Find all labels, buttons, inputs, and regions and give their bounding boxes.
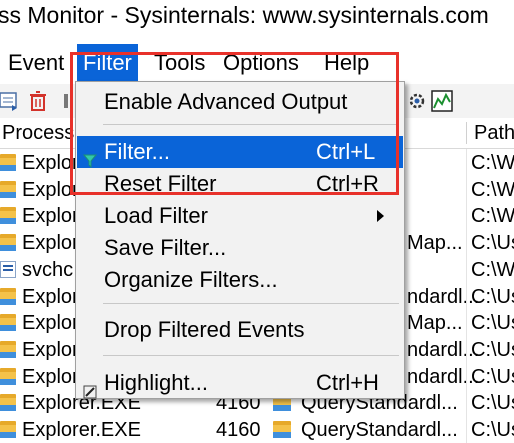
path-cell: C:\Us xyxy=(471,285,514,308)
menu-item-enable-advanced-output[interactable]: Enable Advanced Output xyxy=(77,86,403,118)
process-name: svchc xyxy=(22,258,74,281)
process-name: Explor xyxy=(22,205,79,228)
path-cell: C:\Us xyxy=(471,338,514,361)
path-cell: C:\W xyxy=(471,258,514,281)
menu-tools[interactable]: Tools xyxy=(148,44,211,82)
menu-item-load-filter[interactable]: Load Filter xyxy=(77,200,403,232)
explorer-icon xyxy=(0,180,16,198)
menu-item-organize-filters[interactable]: Organize Filters... xyxy=(77,264,403,296)
column-divider xyxy=(466,229,467,257)
process-name: Explor xyxy=(22,338,79,361)
explorer-icon xyxy=(0,421,16,438)
process-name: Explor xyxy=(22,312,79,335)
menu-bar: Event Filter Tools Options Help xyxy=(0,44,514,82)
explorer-icon xyxy=(0,154,16,171)
column-header-path[interactable]: Path xyxy=(472,118,514,148)
menu-options[interactable]: Options xyxy=(217,44,305,82)
process-name: Explor xyxy=(22,232,79,255)
process-name: Explor xyxy=(22,178,79,201)
path-cell: C:\W xyxy=(471,205,514,228)
menu-item-highlight[interactable]: Highlight... Ctrl+H xyxy=(77,367,403,399)
menu-item-reset-filter[interactable]: Reset Filter Ctrl+R xyxy=(77,168,403,200)
operation-cell: ndardl... xyxy=(407,338,480,361)
path-cell: C:\W xyxy=(471,178,514,201)
delete-icon[interactable] xyxy=(27,90,49,112)
path-cell: C:\Us xyxy=(471,365,514,388)
path-cell: C:\Us xyxy=(471,232,514,255)
process-name: Explor xyxy=(22,365,79,388)
menu-item-filter[interactable]: Filter... Ctrl+L xyxy=(77,136,403,169)
table-row[interactable]: Explorer.EXE 4160 QueryStandardl... C:\U… xyxy=(0,416,514,443)
column-header-process[interactable]: Process xyxy=(0,118,74,148)
path-cell: C:\Us xyxy=(471,419,514,441)
column-divider xyxy=(466,175,467,203)
operation-cell: Map... xyxy=(407,232,463,255)
title-bar: ss Monitor - Sysinternals: www.sysintern… xyxy=(0,0,514,32)
menu-help[interactable]: Help xyxy=(318,44,375,82)
file-system-icon xyxy=(273,421,291,438)
column-divider xyxy=(466,416,467,443)
operation-cell: ndardl... xyxy=(407,285,480,308)
path-cell: C:\Us xyxy=(471,312,514,335)
menu-filter[interactable]: Filter xyxy=(77,44,138,82)
menu-item-drop-filtered-events[interactable]: Drop Filtered Events xyxy=(77,314,403,346)
window-title: ss Monitor - Sysinternals: www.sysintern… xyxy=(0,2,489,28)
process-name: Explor xyxy=(22,285,79,308)
menu-separator xyxy=(103,355,399,356)
column-divider xyxy=(466,255,467,283)
submenu-arrow-icon xyxy=(377,210,384,222)
operation-cell: QueryStandardl... xyxy=(301,419,458,441)
menu-separator xyxy=(103,124,399,125)
menu-separator xyxy=(103,303,399,304)
menu-event[interactable]: Event xyxy=(2,44,70,82)
explorer-icon xyxy=(0,234,16,252)
column-divider xyxy=(466,149,467,176)
column-divider xyxy=(466,202,467,230)
explorer-icon xyxy=(0,314,16,332)
process-activity-icon[interactable] xyxy=(406,90,428,112)
operation-cell: ndardl... xyxy=(407,365,480,388)
menu-item-save-filter[interactable]: Save Filter... xyxy=(77,232,403,264)
column-divider xyxy=(466,282,467,310)
highlight-pen-icon xyxy=(83,376,97,408)
explorer-icon xyxy=(0,207,16,225)
process-name: Explor xyxy=(22,152,79,174)
service-host-icon xyxy=(0,260,16,278)
column-divider[interactable] xyxy=(466,122,467,144)
operation-cell: Map... xyxy=(407,312,463,335)
path-cell: C:\W xyxy=(471,152,514,174)
explorer-icon xyxy=(0,367,16,385)
column-divider xyxy=(466,309,467,337)
profiling-icon[interactable] xyxy=(431,90,453,112)
column-divider xyxy=(466,335,467,363)
column-divider xyxy=(466,389,467,417)
process-name: Explorer.EXE xyxy=(22,419,141,441)
path-cell: C:\Us xyxy=(471,392,514,415)
explorer-icon xyxy=(0,394,16,412)
explorer-icon xyxy=(0,287,16,305)
explorer-icon xyxy=(0,340,16,358)
autoscroll-icon[interactable] xyxy=(0,90,20,112)
filter-menu-dropdown: Enable Advanced Output Filter... Ctrl+L … xyxy=(75,81,405,399)
pid-cell: 4160 xyxy=(216,419,261,441)
column-divider xyxy=(466,362,467,390)
